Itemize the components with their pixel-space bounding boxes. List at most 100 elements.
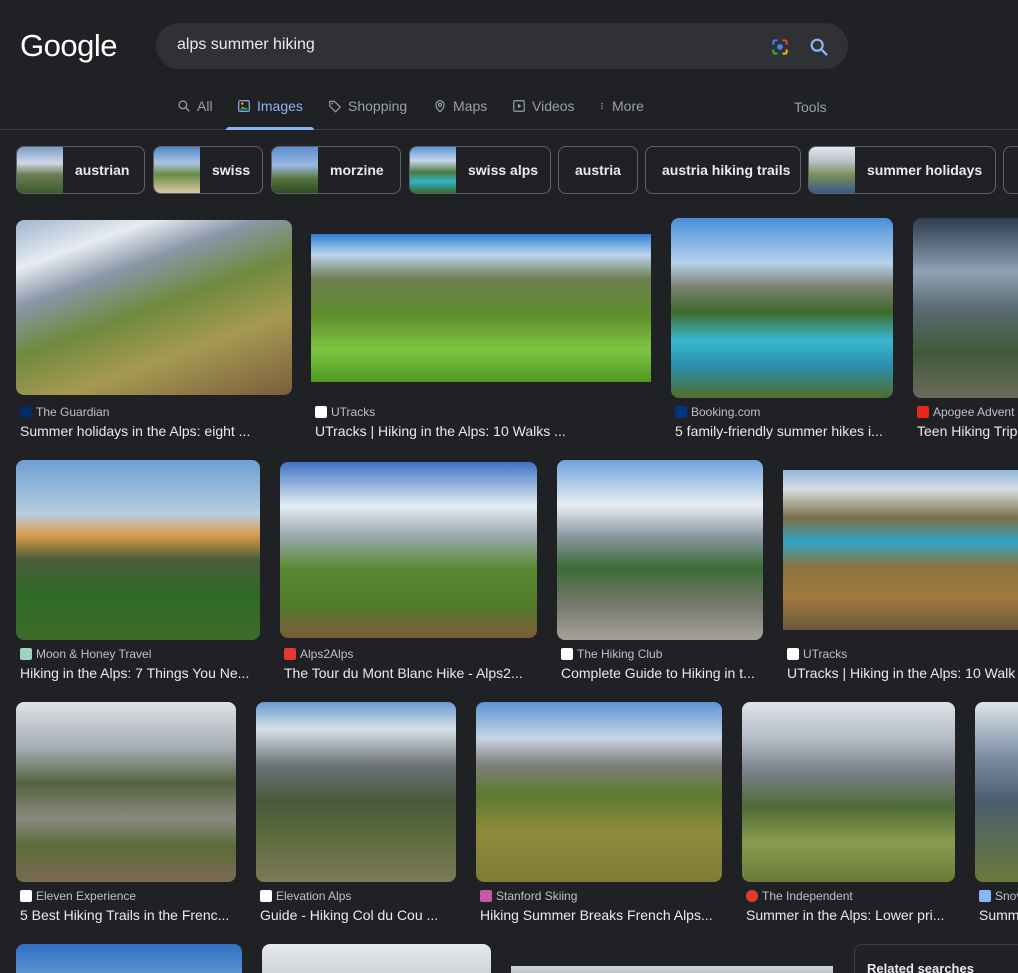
result-source[interactable]: The Guardian	[20, 405, 109, 419]
search-icon[interactable]	[808, 36, 830, 58]
more-vertical-icon	[601, 102, 603, 110]
chip-label: austrian	[75, 162, 130, 178]
result-title[interactable]: Summ	[979, 907, 1018, 923]
result-source[interactable]: Snov	[979, 889, 1018, 903]
chip-summer-holidays[interactable]: summer holidays	[808, 146, 996, 194]
result-image[interactable]	[913, 218, 1018, 398]
result-image[interactable]	[557, 460, 763, 640]
chip-label: morzine	[330, 162, 384, 178]
result-image[interactable]	[511, 966, 833, 973]
favicon-icon	[315, 406, 327, 418]
result-title[interactable]: Hiking in the Alps: 7 Things You Ne...	[20, 665, 264, 681]
result-image[interactable]	[311, 234, 651, 382]
result-image[interactable]	[16, 220, 292, 395]
chip-more[interactable]	[1003, 146, 1018, 194]
tab-label: Maps	[453, 98, 488, 114]
chip-label: austria	[575, 162, 621, 178]
tab-label: Videos	[532, 98, 575, 114]
source-label: The Guardian	[36, 405, 110, 419]
favicon-icon	[20, 406, 32, 418]
source-label: The Independent	[762, 889, 853, 903]
result-source[interactable]: Moon & Honey Travel	[20, 647, 151, 661]
result-source[interactable]: The Independent	[746, 889, 853, 903]
result-title[interactable]: Teen Hiking Trip	[917, 423, 1018, 439]
search-input[interactable]: alps summer hiking	[177, 36, 315, 54]
tab-label: Images	[257, 98, 303, 114]
source-label: Eleven Experience	[36, 889, 137, 903]
result-image[interactable]	[16, 702, 236, 882]
chip-austria[interactable]: austria	[558, 146, 638, 194]
source-label: The Hiking Club	[577, 647, 663, 661]
favicon-icon	[746, 890, 758, 902]
source-label: Alps2Alps	[300, 647, 354, 661]
result-title[interactable]: Summer in the Alps: Lower pri...	[746, 907, 959, 923]
chip-label: swiss	[212, 162, 251, 178]
chip-austrian[interactable]: austrian	[16, 146, 145, 194]
result-title[interactable]: Hiking Summer Breaks French Alps...	[480, 907, 726, 923]
tools-button[interactable]: Tools	[794, 99, 827, 115]
result-image[interactable]	[16, 944, 242, 973]
source-label: UTracks	[803, 647, 848, 661]
result-image[interactable]	[262, 944, 491, 973]
result-title[interactable]: The Tour du Mont Blanc Hike - Alps2...	[284, 665, 541, 681]
tab-images[interactable]: Images	[226, 98, 314, 130]
google-lens-icon[interactable]	[770, 37, 790, 57]
result-source[interactable]: Apogee Advent	[917, 405, 1014, 419]
source-label: Snov	[995, 889, 1018, 903]
favicon-icon	[561, 648, 573, 660]
chip-morzine[interactable]: morzine	[271, 146, 401, 194]
result-image[interactable]	[256, 702, 456, 882]
play-icon	[513, 100, 525, 112]
result-image[interactable]	[783, 470, 1018, 630]
tab-all[interactable]: All	[177, 98, 213, 130]
result-title[interactable]: Guide - Hiking Col du Cou ...	[260, 907, 460, 923]
chip-swiss[interactable]: swiss	[153, 146, 263, 194]
chip-austria-hiking-trails[interactable]: austria hiking trails	[645, 146, 801, 194]
result-image[interactable]	[280, 462, 537, 638]
result-image[interactable]	[476, 702, 722, 882]
result-title[interactable]: Complete Guide to Hiking in t...	[561, 665, 767, 681]
search-tabs: All Images Shopping Maps Videos More Too…	[0, 92, 1018, 130]
result-source[interactable]: The Hiking Club	[561, 647, 662, 661]
result-title[interactable]: UTracks | Hiking in the Alps: 10 Walks .…	[315, 423, 655, 439]
map-pin-icon	[435, 100, 445, 113]
chip-thumbnail	[410, 147, 456, 193]
result-source[interactable]: Stanford Skiing	[480, 889, 577, 903]
related-searches-heading: Related searches	[867, 961, 974, 973]
chip-thumbnail	[272, 147, 318, 193]
tab-shopping[interactable]: Shopping	[328, 98, 407, 130]
related-searches-panel[interactable]: Related searches	[854, 944, 1018, 973]
tab-maps[interactable]: Maps	[433, 98, 487, 130]
chip-swiss-alps[interactable]: swiss alps	[409, 146, 551, 194]
tab-label: Shopping	[348, 98, 408, 114]
result-title[interactable]: 5 family-friendly summer hikes i...	[675, 423, 897, 439]
result-image[interactable]	[671, 218, 893, 398]
chip-label: austria hiking trails	[662, 162, 791, 178]
result-source[interactable]: UTracks	[315, 405, 375, 419]
tab-videos[interactable]: Videos	[512, 98, 575, 130]
chip-thumbnail	[154, 147, 200, 193]
chip-label: summer holidays	[867, 162, 983, 178]
favicon-icon	[20, 890, 32, 902]
chip-thumbnail	[809, 147, 855, 193]
result-image[interactable]	[975, 702, 1018, 882]
result-source[interactable]: Elevation Alps	[260, 889, 351, 903]
result-source[interactable]: Alps2Alps	[284, 647, 353, 661]
result-source[interactable]: Booking.com	[675, 405, 760, 419]
chip-label: swiss alps	[468, 162, 539, 178]
google-logo[interactable]: Google	[20, 28, 117, 64]
tab-label: More	[612, 98, 644, 114]
favicon-icon	[675, 406, 687, 418]
result-image[interactable]	[742, 702, 955, 882]
result-image[interactable]	[16, 460, 260, 640]
result-title[interactable]: UTracks | Hiking in the Alps: 10 Walk	[787, 665, 1018, 681]
tab-label: All	[197, 98, 213, 114]
result-title[interactable]: 5 Best Hiking Trails in the Frenc...	[20, 907, 240, 923]
source-label: Booking.com	[691, 405, 761, 419]
result-title[interactable]: Summer holidays in the Alps: eight ...	[20, 423, 296, 439]
result-source[interactable]: Eleven Experience	[20, 889, 136, 903]
search-box[interactable]: alps summer hiking	[156, 23, 848, 69]
result-source[interactable]: UTracks	[787, 647, 847, 661]
tab-more[interactable]: More	[598, 98, 644, 130]
favicon-icon	[480, 890, 492, 902]
